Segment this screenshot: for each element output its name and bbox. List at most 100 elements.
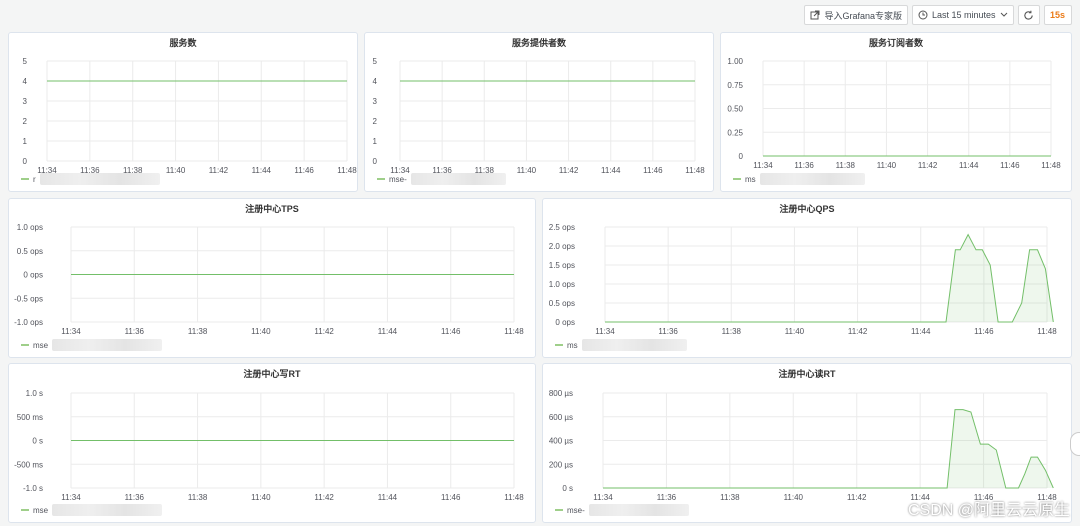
x-tick-label: 11:40 <box>251 493 271 502</box>
y-tick-label: 1.5 ops <box>549 261 575 270</box>
x-tick-label: 11:48 <box>685 166 705 175</box>
y-tick-label: 600 µs <box>549 413 573 422</box>
legend-series-name: ms <box>745 174 756 184</box>
y-tick-label: 0.50 <box>727 105 743 114</box>
panel-title: 注册中心QPS <box>779 204 835 214</box>
x-tick-label: 11:40 <box>877 161 897 170</box>
x-tick-label: 11:46 <box>974 327 994 336</box>
legend-series-name: mse- <box>389 174 407 184</box>
panel-registry-write-rt[interactable]: -1.0 s -500 ms 0 s 500 ms 1.0 s 11:34 11:36 11:… <box>8 363 536 523</box>
y-tick-label: 4 <box>373 77 378 86</box>
panel-title: 注册中心读RT <box>778 369 836 379</box>
legend: mse <box>21 339 163 351</box>
x-tick-label: 11:40 <box>785 327 805 336</box>
x-tick-label: 11:42 <box>918 161 938 170</box>
x-tick-label: 11:42 <box>209 166 229 175</box>
x-tick-label: 11:34 <box>61 493 81 502</box>
y-tick-label: 500 ms <box>17 413 43 422</box>
x-tick-label: 11:46 <box>294 166 314 175</box>
x-tick-label: 11:36 <box>125 493 145 502</box>
y-tick-label: 0 ops <box>23 271 43 280</box>
y-tick-label: 200 µs <box>549 460 573 469</box>
x-tick-label: 11:46 <box>643 166 663 175</box>
x-tick-label: 11:48 <box>504 327 524 336</box>
redacted-series-name <box>581 339 687 351</box>
y-tick-label: 400 µs <box>549 437 573 446</box>
x-tick-label: 11:38 <box>720 493 740 502</box>
x-tick-label: 11:36 <box>125 327 145 336</box>
x-tick-label: 11:34 <box>595 327 615 336</box>
y-tick-label: 0.75 <box>727 81 743 90</box>
x-tick-label: 11:40 <box>517 166 537 175</box>
y-tick-label: 3 <box>23 97 28 106</box>
x-tick-label: 11:46 <box>441 327 461 336</box>
y-tick-label: 3 <box>373 97 378 106</box>
redacted-series-name <box>759 173 865 185</box>
panel-title: 服务数 <box>169 38 197 48</box>
legend: ms <box>733 173 865 185</box>
x-tick-label: 11:40 <box>166 166 186 175</box>
external-link-icon <box>810 10 820 20</box>
x-tick-label: 11:36 <box>657 493 677 502</box>
panel-registry-qps[interactable]: 0 ops 0.5 ops 1.0 ops 1.5 ops 2.0 ops 2.5 ops… <box>542 198 1072 358</box>
x-tick-label: 11:42 <box>848 327 868 336</box>
x-tick-label: 11:42 <box>847 493 867 502</box>
y-tick-label: -1.0 ops <box>14 318 43 327</box>
legend: ms <box>555 339 687 351</box>
side-scroll-handle[interactable] <box>1070 432 1080 456</box>
x-tick-label: 11:38 <box>836 161 856 170</box>
x-tick-label: 11:38 <box>188 327 208 336</box>
chart-plot: 01234511:34 11:36 11:38 11:40 11:42 11:44 11:4… <box>373 57 706 175</box>
x-tick-label: 11:46 <box>1000 161 1020 170</box>
clock-icon <box>918 10 928 20</box>
x-tick-label: 11:44 <box>911 327 931 336</box>
x-tick-label: 11:36 <box>794 161 814 170</box>
panel-service-count[interactable]: 0 1 2 3 4 5 11:34 11:36 11:38 11:40 11:42 11:44 11:4… <box>8 32 358 192</box>
legend-swatch <box>21 178 29 180</box>
import-grafana-button[interactable]: 导入Grafana专家版 <box>804 5 908 25</box>
x-tick-label: 11:48 <box>1041 161 1061 170</box>
time-range-picker[interactable]: Last 15 minutes <box>912 5 1014 25</box>
x-tick-label: 11:34 <box>593 493 613 502</box>
x-tick-label: 11:36 <box>658 327 678 336</box>
y-tick-label: 1.0 s <box>26 389 43 398</box>
panel-registry-tps[interactable]: -1.0 ops -0.5 ops 0 ops 0.5 ops 1.0 ops 11:34… <box>8 198 536 358</box>
y-tick-label: 0.25 <box>727 128 743 137</box>
x-tick-label: 11:40 <box>251 327 271 336</box>
refresh-interval-picker[interactable]: 15s <box>1044 5 1072 25</box>
watermark: CSDN @阿里云云原生 <box>907 502 1070 519</box>
refresh-interval-label: 15s <box>1050 10 1066 20</box>
series-area <box>603 409 1054 488</box>
y-tick-label: 1.0 ops <box>549 280 575 289</box>
y-tick-label: 0 <box>23 157 28 166</box>
panel-provider-count[interactable]: 0 1 2 3 4 5 11:34 11:36 11:38 11:40 11:42 11:44 11:4… <box>364 32 714 192</box>
panel-title: 注册中心写RT <box>243 369 301 379</box>
y-tick-label: 2.5 ops <box>549 223 575 232</box>
time-range-label: Last 15 minutes <box>932 10 996 20</box>
chart-plot: 0 ops 0.5 ops 1.0 ops 1.5 ops 2.0 ops 2.5 ops… <box>549 223 1058 336</box>
panel-subscriber-count[interactable]: 0 0.25 0.50 0.75 1.00 11:34 11:36 11:38 11:40 11:… <box>720 32 1072 192</box>
y-tick-label: -500 ms <box>14 460 43 469</box>
x-tick-label: 11:44 <box>378 327 398 336</box>
y-tick-label: 4 <box>23 77 28 86</box>
y-tick-label: 800 µs <box>549 389 573 398</box>
legend: r <box>21 173 160 185</box>
redacted-series-name <box>588 504 689 516</box>
chart-plot: 01234511:34 11:36 11:38 11:40 11:42 11:44 11:4… <box>23 57 357 175</box>
y-tick-label: 2.0 ops <box>549 242 575 251</box>
legend-series-name: r <box>33 174 36 184</box>
panel-title: 服务提供者数 <box>511 38 566 48</box>
refresh-button[interactable] <box>1018 5 1040 25</box>
x-tick-label: 11:48 <box>504 493 524 502</box>
import-grafana-label: 导入Grafana专家版 <box>824 10 902 21</box>
legend-swatch <box>555 509 563 511</box>
y-tick-label: 0 s <box>32 437 43 446</box>
x-tick-label: 11:48 <box>1037 327 1057 336</box>
legend-series-name: mse <box>33 340 49 350</box>
legend-series-name: mse <box>33 505 49 515</box>
legend-series-name: mse- <box>567 505 585 515</box>
chevron-down-icon <box>1000 12 1008 17</box>
redacted-series-name <box>410 173 506 185</box>
y-tick-label: 2 <box>23 117 28 126</box>
legend-swatch <box>21 344 29 346</box>
